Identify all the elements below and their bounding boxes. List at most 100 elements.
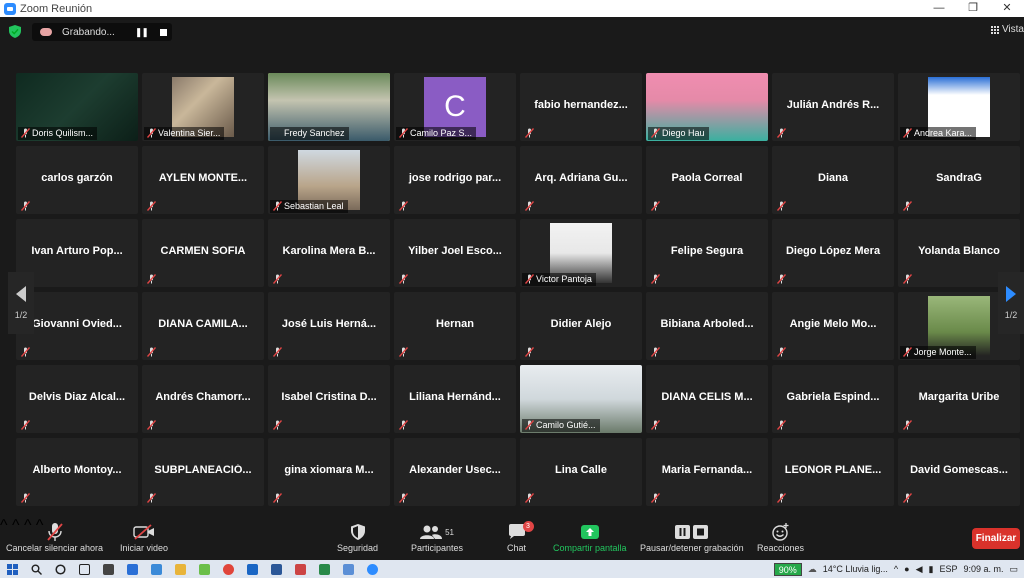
participant-tile[interactable]: Maria Fernanda... <box>646 438 768 506</box>
participant-tile[interactable]: Giovanni Ovied... <box>16 292 138 360</box>
participant-tile[interactable]: Ivan Arturo Pop... <box>16 219 138 287</box>
participant-tile[interactable]: C Camilo Paz S... <box>394 73 516 141</box>
participant-name: DIANA CELIS M... <box>661 391 753 403</box>
muted-mic-icon <box>903 274 912 284</box>
reactions-button[interactable]: Reacciones <box>757 521 804 553</box>
participant-tile[interactable]: CARMEN SOFIA <box>142 219 264 287</box>
chat-label: Chat <box>507 543 527 553</box>
participant-tile[interactable]: Isabel Cristina D... <box>268 365 390 433</box>
network-icon[interactable]: ▮ <box>928 564 933 575</box>
start-video-button[interactable]: Iniciar video <box>120 521 168 553</box>
task-view-icon[interactable] <box>72 560 96 578</box>
participant-tile[interactable]: Alberto Montoy... <box>16 438 138 506</box>
participant-tile[interactable]: Margarita Uribe <box>898 365 1020 433</box>
participant-tile[interactable]: Arq. Adriana Gu... <box>520 146 642 214</box>
chevron-up-icon[interactable]: ^ <box>894 564 898 574</box>
recording-controls-button[interactable]: Pausar/detener grabación <box>640 521 744 553</box>
previous-page-button[interactable]: 1/2 <box>8 272 34 334</box>
participant-tile[interactable]: Julián Andrés R... <box>772 73 894 141</box>
participant-tile[interactable]: gina xiomara M... <box>268 438 390 506</box>
stop-recording-icon[interactable] <box>159 28 167 36</box>
language-indicator[interactable]: ESP <box>939 564 957 574</box>
clock[interactable]: 9:09 a. m. <box>963 564 1003 574</box>
participant-tile[interactable]: David Gomescas... <box>898 438 1020 506</box>
app-icon[interactable] <box>192 560 216 578</box>
participant-tile[interactable]: Fredy Sanchez <box>268 73 390 141</box>
participant-tile[interactable]: Andrea Kara... <box>898 73 1020 141</box>
restore-button[interactable]: ❐ <box>956 0 990 17</box>
participant-tile[interactable]: carlos garzón <box>16 146 138 214</box>
muted-mic-icon <box>525 420 534 430</box>
muted-mic-icon <box>147 420 156 430</box>
volume-icon[interactable]: ◀ <box>916 564 923 575</box>
close-button[interactable]: ✕ <box>990 0 1024 17</box>
participant-tile[interactable]: Didier Alejo <box>520 292 642 360</box>
photos-icon[interactable] <box>144 560 168 578</box>
notifications-icon[interactable]: ▭ <box>1009 564 1018 575</box>
participant-tile[interactable]: Bibiana Arboled... <box>646 292 768 360</box>
participant-tile[interactable]: Camilo Gutié... <box>520 365 642 433</box>
weather-text[interactable]: 14°C Lluvia lig... <box>823 564 888 574</box>
store-icon[interactable] <box>96 560 120 578</box>
participant-tile[interactable]: Delvis Diaz Alcal... <box>16 365 138 433</box>
participant-name: José Luis Herná... <box>281 318 377 330</box>
participant-tile[interactable]: Karolina Mera B... <box>268 219 390 287</box>
participant-tile[interactable]: SUBPLANEACIÓ... <box>142 438 264 506</box>
participant-tile[interactable]: Angie Melo Mo... <box>772 292 894 360</box>
cortana-icon[interactable] <box>48 560 72 578</box>
participant-tile[interactable]: Lina Calle <box>520 438 642 506</box>
battery-indicator[interactable]: 90% <box>773 562 802 576</box>
word-icon[interactable] <box>264 560 288 578</box>
participant-tile[interactable]: LEONOR PLANE... <box>772 438 894 506</box>
chat-button[interactable]: 3 Chat <box>507 521 534 553</box>
participant-tile[interactable]: DIANA CAMILA... <box>142 292 264 360</box>
outlook-icon[interactable] <box>240 560 264 578</box>
mail-icon[interactable] <box>120 560 144 578</box>
pause-recording-icon[interactable]: ❚❚ <box>135 27 149 38</box>
participants-button[interactable]: 51 Participantes <box>411 521 463 553</box>
participant-tile[interactable]: Sebastian Leal <box>268 146 390 214</box>
search-icon[interactable] <box>24 560 48 578</box>
participant-tile[interactable]: Alexander Usec... <box>394 438 516 506</box>
participant-tile[interactable]: Doris Quilism... <box>16 73 138 141</box>
participant-tile[interactable]: SandraG <box>898 146 1020 214</box>
share-screen-label: Compartir pantalla <box>553 543 627 553</box>
file-explorer-icon[interactable] <box>168 560 192 578</box>
security-button[interactable]: Seguridad <box>337 521 378 553</box>
participant-tile[interactable]: DIANA CELIS M... <box>646 365 768 433</box>
participant-tile[interactable]: Valentina Sier... <box>142 73 264 141</box>
participant-tile[interactable]: Hernan <box>394 292 516 360</box>
app-icon-4[interactable] <box>336 560 360 578</box>
participant-tile[interactable]: jose rodrigo par... <box>394 146 516 214</box>
meeting-toolbar: Cancelar silenciar ahora ^ Iniciar video… <box>0 517 1024 560</box>
participant-tile[interactable]: Yilber Joel Esco... <box>394 219 516 287</box>
participant-tile[interactable]: Felipe Segura <box>646 219 768 287</box>
participant-tile[interactable]: Diego Hau <box>646 73 768 141</box>
end-meeting-button[interactable]: Finalizar <box>972 528 1020 549</box>
muted-mic-icon <box>273 420 282 430</box>
participant-tile[interactable]: Diana <box>772 146 894 214</box>
participant-tile[interactable]: Gabriela Espind... <box>772 365 894 433</box>
unmute-button[interactable]: Cancelar silenciar ahora <box>6 521 103 553</box>
participant-tile[interactable]: fabio hernandez... <box>520 73 642 141</box>
minimize-button[interactable]: — <box>922 0 956 17</box>
participant-tile[interactable]: Andrés Chamorr... <box>142 365 264 433</box>
app-icon-2[interactable] <box>288 560 312 578</box>
participants-count: 51 <box>445 527 454 537</box>
participant-tile[interactable]: Paola Correal <box>646 146 768 214</box>
share-screen-button[interactable]: Compartir pantalla <box>553 521 627 553</box>
view-button[interactable]: Vista <box>990 24 1024 35</box>
windows-start-icon[interactable] <box>0 560 24 578</box>
chrome-icon[interactable] <box>216 560 240 578</box>
participant-tile[interactable]: Diego López Mera <box>772 219 894 287</box>
participant-tile[interactable]: AYLEN MONTE... <box>142 146 264 214</box>
security-shield-icon[interactable] <box>9 25 21 38</box>
next-page-button[interactable]: 1/2 <box>998 272 1024 334</box>
recording-label: Grabando... <box>62 26 115 38</box>
microphone-tray-icon[interactable]: ● <box>904 564 909 574</box>
zoom-taskbar-icon[interactable] <box>360 560 384 578</box>
app-icon-3[interactable] <box>312 560 336 578</box>
participant-tile[interactable]: José Luis Herná... <box>268 292 390 360</box>
participant-tile[interactable]: Liliana Hernánd... <box>394 365 516 433</box>
participant-tile[interactable]: Victor Pantoja <box>520 219 642 287</box>
